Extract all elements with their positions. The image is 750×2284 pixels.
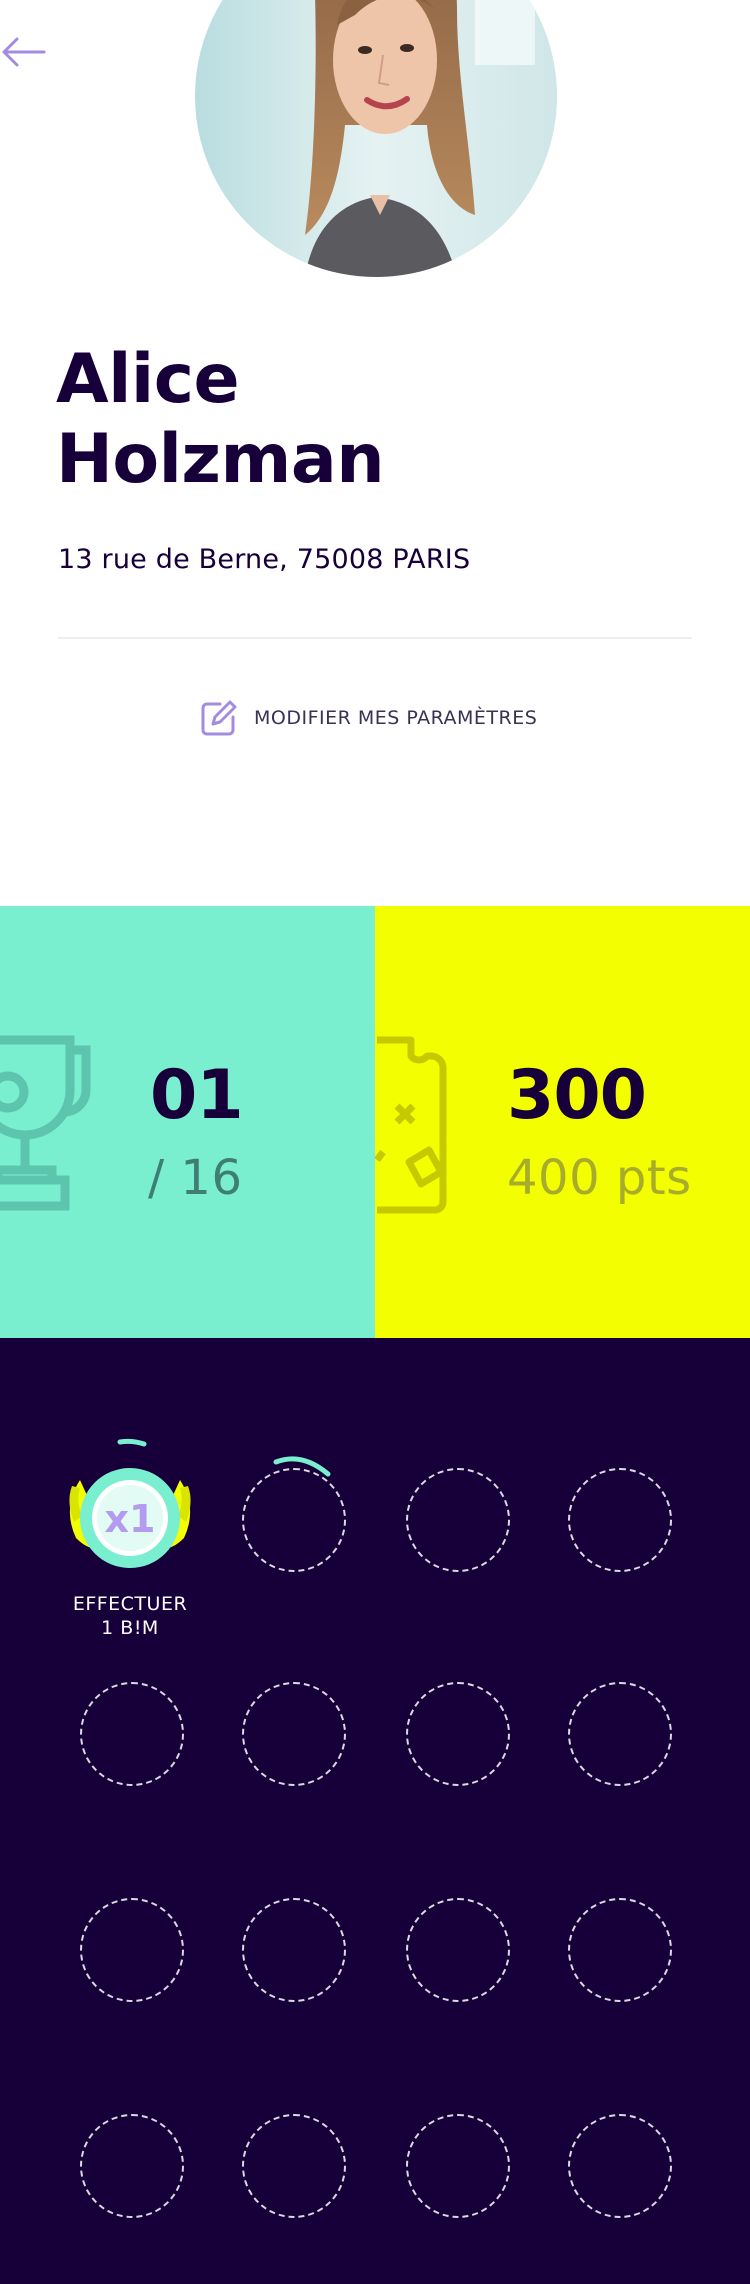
progress-arc-icon [273,1456,331,1477]
badge-locked[interactable] [242,1898,346,2002]
badge-ring [242,2114,346,2218]
badge-ring [568,1682,672,1786]
badge-locked[interactable] [568,1468,672,1572]
trophy-icon [0,1035,91,1211]
bonus-card-icon [375,1036,447,1214]
badge-ring [568,1468,672,1572]
badge-caption-line1: EFFECTUER [72,1593,188,1615]
badge-ring [568,1898,672,2002]
badge-ring [406,2114,510,2218]
points-total: 400 pts [507,1150,692,1206]
address: 13 rue de Berne, 75008 PARIS [58,544,471,575]
badge-locked[interactable] [242,2114,346,2218]
badge-multiplier: x1 [105,1497,156,1541]
points-card: 300 400 pts [375,906,750,1338]
stats-panel: 01 / 16 300 400 pts [0,906,750,1338]
trophies-card: 01 / 16 [0,906,375,1338]
badge-ring [80,1898,184,2002]
badge-ring [242,1682,346,1786]
trophies-total: / 16 [148,1150,243,1206]
arrow-left-icon[interactable] [0,28,50,78]
badge-locked[interactable] [568,2114,672,2218]
badge-locked[interactable] [406,1468,510,1572]
badge-ring [80,2114,184,2218]
profile-photo [195,0,557,277]
avatar [195,0,557,277]
profile-header: Alice Holzman 13 rue de Berne, 75008 PAR… [0,0,750,906]
badge-in-progress[interactable] [242,1456,346,1572]
badge-locked[interactable] [80,1898,184,2002]
badge-ring [80,1682,184,1786]
badge-locked[interactable] [406,1682,510,1786]
points-count: 300 [507,1056,647,1135]
badge-locked[interactable] [80,2114,184,2218]
badge-medal-icon: x1 [69,1438,191,1568]
badge-caption-line2: 1 B!M [101,1617,159,1639]
badge-ring [242,1898,346,2002]
edit-settings-label: MODIFIER MES PARAMÈTRES [254,707,538,729]
badge-locked[interactable] [568,1682,672,1786]
edit-settings-link[interactable]: MODIFIER MES PARAMÈTRES [200,698,537,738]
badge-locked[interactable] [406,2114,510,2218]
first-name: Alice [56,340,240,419]
profile-name: Alice Holzman [56,340,385,500]
badge-ring [568,2114,672,2218]
badge-locked[interactable] [568,1898,672,2002]
badges-grid: x1 EFFECTUER 1 B!M [0,1338,750,2284]
badge-ring [406,1898,510,2002]
badge-earned[interactable]: x1 EFFECTUER 1 B!M [69,1438,191,1639]
badge-locked[interactable] [406,1898,510,2002]
trophies-count: 01 [150,1056,244,1135]
badge-ring [406,1682,510,1786]
badge-locked[interactable] [242,1682,346,1786]
badge-caption: EFFECTUER 1 B!M [30,1592,230,1640]
edit-icon [201,700,237,736]
badge-locked[interactable] [80,1682,184,1786]
divider [58,637,692,639]
last-name: Holzman [56,420,385,499]
badge-ring [406,1468,510,1572]
